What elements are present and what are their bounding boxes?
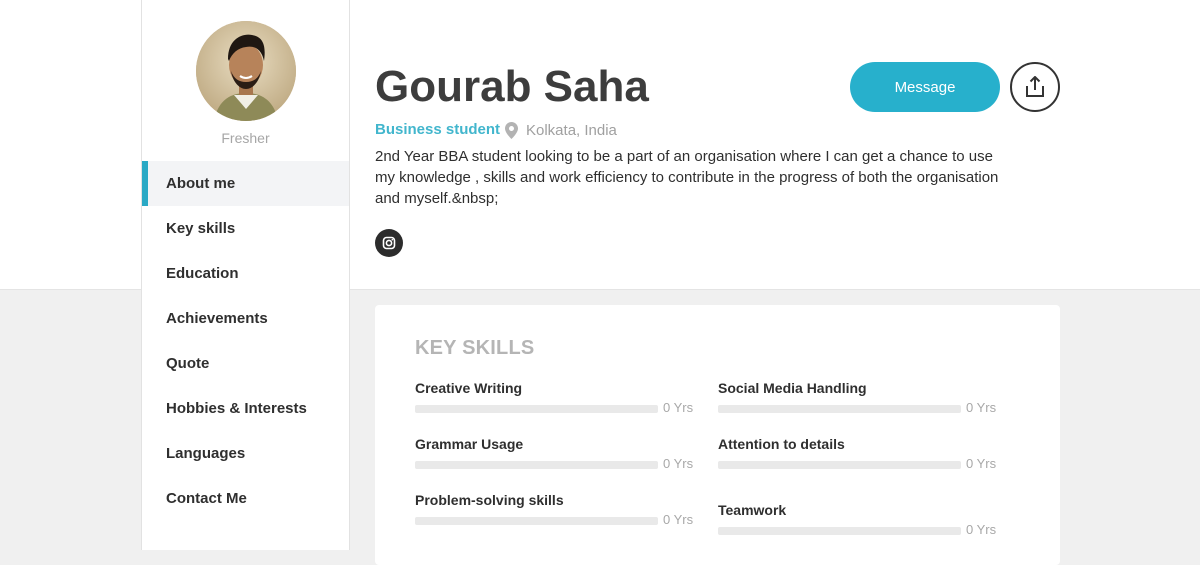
skill-bar xyxy=(718,461,961,469)
share-button[interactable] xyxy=(1010,62,1060,112)
profile-role: Business student xyxy=(375,121,501,138)
sidebar-item-about-me[interactable]: About me xyxy=(142,161,349,206)
skill-item: Attention to details 0 Yrs xyxy=(718,436,997,476)
skill-item: Social Media Handling 0 Yrs xyxy=(718,380,997,420)
skill-item: Grammar Usage 0 Yrs xyxy=(415,436,694,476)
avatar-photo xyxy=(196,21,296,121)
sidebar-item-achievements[interactable]: Achievements xyxy=(142,296,349,341)
skill-name: Problem-solving skills xyxy=(415,492,564,508)
skill-name: Grammar Usage xyxy=(415,436,524,452)
skill-item: Creative Writing 0 Yrs xyxy=(415,380,694,420)
skill-bar xyxy=(415,517,658,525)
location-text: Kolkata, India xyxy=(526,121,617,139)
skill-years: 0 Yrs xyxy=(966,522,997,537)
skill-item: Problem-solving skills 0 Yrs xyxy=(415,492,694,532)
sidebar-item-languages[interactable]: Languages xyxy=(142,431,349,476)
sidebar-item-key-skills[interactable]: Key skills xyxy=(142,206,349,251)
skill-bar xyxy=(415,405,658,413)
profile-bio: 2nd Year BBA student looking to be a par… xyxy=(375,148,999,207)
section-title-key-skills: KEY SKILLS xyxy=(415,337,535,359)
skill-name: Creative Writing xyxy=(415,380,523,396)
sidebar-item-quote[interactable]: Quote xyxy=(142,341,349,386)
skill-years: 0 Yrs xyxy=(663,400,694,415)
sidebar: Fresher About me Key skills Education Ac… xyxy=(141,0,350,550)
key-skills-card: KEY SKILLS Creative Writing 0 Yrs Social… xyxy=(375,305,1060,565)
skill-years: 0 Yrs xyxy=(966,400,997,415)
skill-years: 0 Yrs xyxy=(663,456,694,471)
skill-name: Attention to details xyxy=(718,436,845,452)
skill-name: Social Media Handling xyxy=(718,380,867,396)
profile-status: Fresher xyxy=(221,130,270,146)
share-icon xyxy=(1026,76,1044,97)
skill-years: 0 Yrs xyxy=(966,456,997,471)
message-button[interactable]: Message xyxy=(850,62,1000,112)
skill-item: Teamwork 0 Yrs xyxy=(718,502,997,542)
sidebar-item-hobbies-interests[interactable]: Hobbies & Interests xyxy=(142,386,349,431)
sidebar-item-contact-me[interactable]: Contact Me xyxy=(142,476,349,521)
skill-bar xyxy=(718,527,961,535)
profile-name: Gourab Saha xyxy=(375,62,649,111)
profile-location: Kolkata, India xyxy=(505,120,617,140)
sidebar-nav: About me Key skills Education Achievemen… xyxy=(142,161,349,521)
skill-name: Teamwork xyxy=(718,502,787,518)
avatar xyxy=(196,21,296,121)
skill-bar xyxy=(415,461,658,469)
instagram-icon[interactable] xyxy=(375,229,403,257)
skill-years: 0 Yrs xyxy=(663,512,694,527)
map-pin-icon xyxy=(505,121,518,139)
skill-bar xyxy=(718,405,961,413)
sidebar-item-education[interactable]: Education xyxy=(142,251,349,296)
